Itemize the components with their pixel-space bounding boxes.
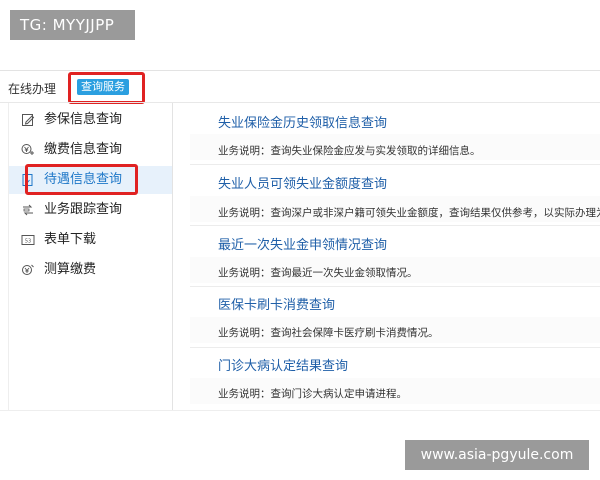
calc-icon: [21, 263, 35, 277]
edit-icon: [21, 113, 35, 127]
service-desc: 业务说明：查询失业保险金应发与实发领取的详细信息。: [218, 145, 481, 157]
sidebar-item-business-track[interactable]: 业务跟踪查询: [9, 196, 172, 224]
sidebar-item-form-download[interactable]: 53 表单下载: [9, 226, 172, 254]
service-divider: [190, 225, 600, 226]
sidebar-item-label: 表单下载: [44, 232, 97, 247]
form-icon: 53: [21, 233, 35, 247]
service-divider: [190, 347, 600, 348]
header-divider-top: [0, 70, 600, 71]
service-desc: 业务说明：查询深户或非深户籍可领失业金额度，查询结果仅供参考，以实际办理为准: [218, 207, 600, 219]
sidebar-item-payment-info[interactable]: 缴费信息查询: [9, 136, 172, 164]
svg-text:53: 53: [25, 239, 31, 245]
service-title-latest-claim[interactable]: 最近一次失业金申领情况查询: [218, 234, 387, 253]
sidebar-item-label: 测算缴费: [44, 262, 97, 277]
online-label: 在线办理: [8, 82, 57, 96]
highlight-box-benefit-item: [25, 164, 138, 195]
service-title-outpatient-illness[interactable]: 门诊大病认定结果查询: [218, 355, 348, 374]
service-desc: 业务说明：查询最近一次失业金领取情况。: [218, 267, 418, 279]
highlight-box-query-tab: [68, 72, 145, 104]
sidebar: 参保信息查询 缴费信息查询 待遇信息查询 业务跟踪查询 53 表单下载 测算缴费: [8, 103, 173, 410]
service-list: 失业保险金历史领取信息查询 业务说明：查询失业保险金应发与实发领取的详细信息。 …: [180, 103, 600, 410]
sidebar-item-label: 参保信息查询: [44, 112, 123, 127]
watermark: www.asia-pgyule.com: [405, 440, 589, 470]
track-icon: [21, 203, 35, 217]
service-title-unemployment-quota[interactable]: 失业人员可领失业金额度查询: [218, 173, 387, 192]
bottom-divider: [0, 410, 600, 411]
sidebar-item-label: 缴费信息查询: [44, 142, 123, 157]
service-title-unemployment-history[interactable]: 失业保险金历史领取信息查询: [218, 112, 387, 131]
sidebar-item-calc-payment[interactable]: 测算缴费: [9, 256, 172, 284]
service-divider: [190, 286, 600, 287]
service-title-medical-card[interactable]: 医保卡刷卡消费查询: [218, 294, 335, 313]
sidebar-item-insurance-info[interactable]: 参保信息查询: [9, 106, 172, 134]
sidebar-item-label: 业务跟踪查询: [44, 202, 123, 217]
tg-badge: TG: MYYJJPP: [10, 10, 135, 40]
service-desc: 业务说明：查询门诊大病认定申请进程。: [218, 388, 407, 400]
service-desc: 业务说明：查询社会保障卡医疗刷卡消费情况。: [218, 327, 439, 339]
payment-icon: [21, 143, 35, 157]
service-divider: [190, 164, 600, 165]
